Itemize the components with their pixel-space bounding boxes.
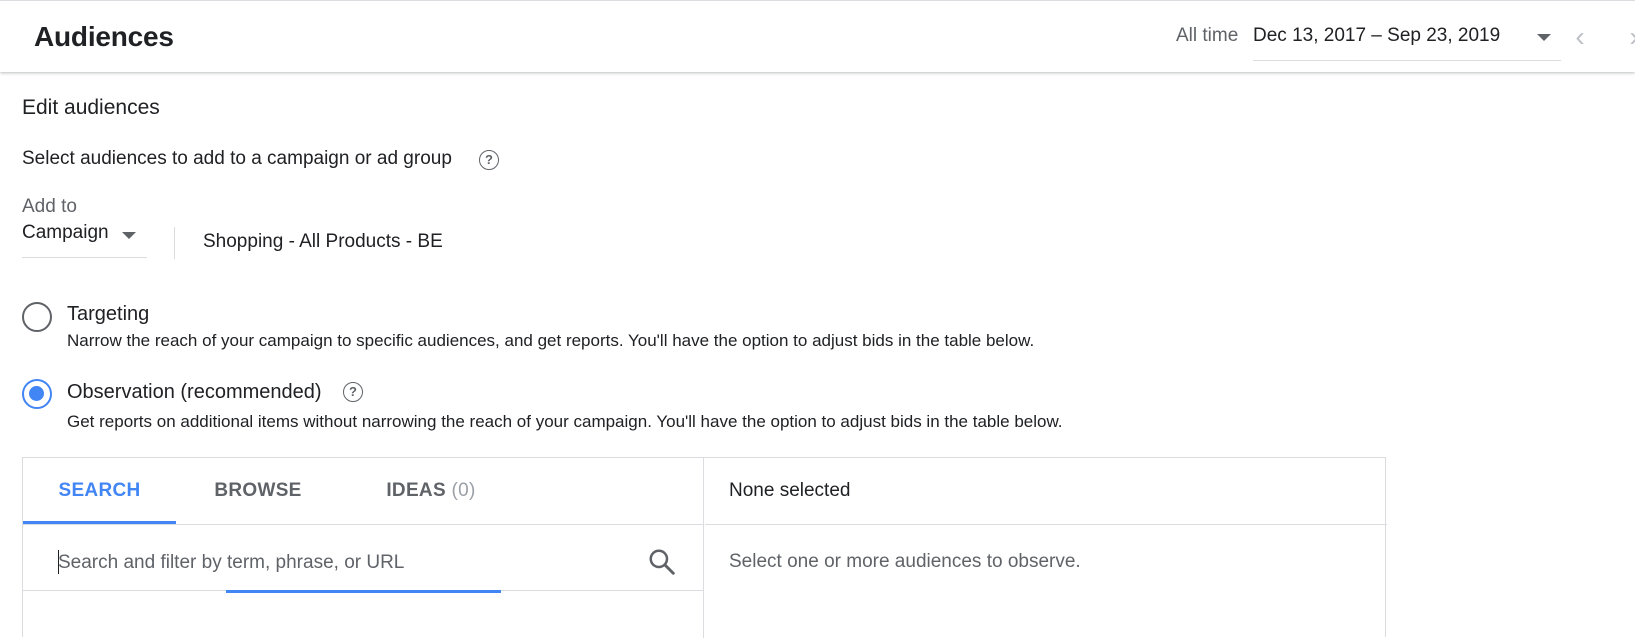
caret-down-icon	[1537, 34, 1551, 41]
tab-ideas-label: IDEAS	[386, 480, 446, 501]
add-to-level-value: Campaign	[22, 222, 109, 243]
tab-search[interactable]: SEARCH	[23, 458, 176, 524]
tab-ideas-count: (0)	[451, 480, 476, 501]
empty-selection-message: Select one or more audiences to observe.	[729, 551, 1081, 572]
help-circle-icon[interactable]: ?	[479, 150, 499, 170]
selected-campaign-name[interactable]: Shopping - All Products - BE	[203, 231, 443, 253]
date-range-label: All time	[1176, 25, 1239, 46]
top-bar: Audiences All time Dec 13, 2017 – Sep 23…	[0, 0, 1635, 72]
page-title: Audiences	[34, 21, 174, 52]
selected-divider	[705, 524, 1387, 525]
chevron-left-icon[interactable]: ‹	[1568, 23, 1592, 51]
date-range-value: Dec 13, 2017 – Sep 23, 2019	[1253, 25, 1501, 46]
targeting-option-description: Narrow the reach of your campaign to spe…	[67, 331, 1035, 350]
tab-search-label: SEARCH	[58, 480, 141, 501]
date-range-dropdown[interactable]: Dec 13, 2017 – Sep 23, 2019	[1253, 19, 1561, 61]
tab-browse-label: BROWSE	[214, 480, 302, 501]
observation-radio[interactable]	[22, 379, 52, 409]
add-to-level-dropdown[interactable]: Campaign	[22, 220, 147, 258]
audience-search-input[interactable]	[58, 548, 498, 578]
help-circle-icon[interactable]: ?	[343, 382, 363, 402]
audience-picker-panel: SEARCH BROWSE IDEAS (0) None selected Se…	[22, 457, 1387, 638]
tab-ideas[interactable]: IDEAS (0)	[351, 458, 511, 524]
vertical-divider	[174, 227, 175, 259]
tabs-divider	[23, 524, 704, 525]
text-caret	[58, 550, 59, 574]
targeting-option-label[interactable]: Targeting	[67, 303, 149, 326]
chevron-right-icon[interactable]: ›	[1622, 23, 1635, 51]
search-focus-underline	[226, 590, 501, 593]
audience-browser: SEARCH BROWSE IDEAS (0)	[23, 458, 704, 638]
editor-subtitle: Select audiences to add to a campaign or…	[22, 148, 452, 169]
caret-down-icon	[122, 232, 136, 239]
search-icon[interactable]	[647, 547, 677, 577]
selected-audiences-title: None selected	[729, 480, 851, 501]
section-title: Edit audiences	[22, 96, 160, 119]
observation-option-label[interactable]: Observation (recommended)	[67, 381, 322, 404]
observation-option-description: Get reports on additional items without …	[67, 412, 1063, 431]
add-to-label: Add to	[22, 196, 77, 217]
tab-browse[interactable]: BROWSE	[193, 458, 323, 524]
selected-audiences: None selected Select one or more audienc…	[705, 458, 1387, 638]
targeting-radio[interactable]	[22, 302, 52, 332]
